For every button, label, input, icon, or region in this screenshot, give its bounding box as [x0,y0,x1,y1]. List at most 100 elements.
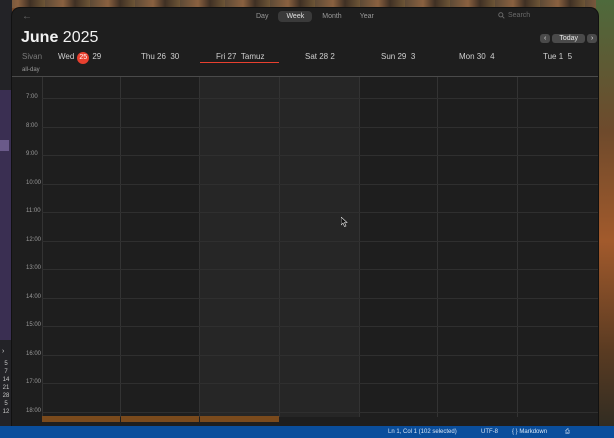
view-month-button[interactable]: Month [314,11,349,22]
day-header-sat[interactable]: Sat 28 2 [305,52,335,64]
search-placeholder: Search [508,12,531,19]
day-name: Fri 27 [216,52,237,61]
day-alt: 2 [330,52,335,61]
search-field[interactable]: Search [498,12,530,19]
day-divider [437,77,438,417]
mini-number: 5 [4,361,8,367]
hour-line [42,269,598,270]
hour-line [42,412,598,413]
braces-icon: { } [512,429,518,435]
title-month: June [21,29,59,46]
all-day-label: all-day [22,67,40,73]
time-label: 17:00 [26,379,42,385]
week-grid[interactable] [42,77,598,417]
editor-panel [0,90,12,340]
time-label: 12:00 [26,237,42,243]
previous-week-button[interactable]: ‹ [540,34,551,43]
view-switcher: Day Week Month Year [248,11,382,22]
hour-line [42,326,598,327]
time-label: 7:00 [26,94,38,100]
mini-number: 21 [2,385,10,391]
hour-line [42,127,598,128]
wallpaper-top [0,0,614,8]
view-day-button[interactable]: Day [248,11,276,22]
language-mode[interactable]: { } Markdown [512,429,547,435]
day-alt: 29 [92,52,102,61]
hour-line [42,355,598,356]
current-day-indicator [200,62,279,63]
day-divider [42,77,43,417]
today-badge: 25 [77,52,90,64]
day-divider [279,77,280,417]
day-header-mon[interactable]: Mon 30 4 [459,52,495,64]
next-week-button[interactable]: › [587,34,598,43]
calendar-window: ← Day Week Month Year Search June 2025 ‹… [12,8,598,426]
time-label: 8:00 [26,123,38,129]
status-bar: Ln 1, Col 1 (102 selected) UTF-8 { } Mar… [0,426,614,438]
date-navigation: ‹ Today › [540,34,598,43]
hebrew-month-label: Sivan [22,52,43,61]
day-alt: 5 [567,52,573,61]
day-alt: 30 [170,52,180,61]
view-week-button[interactable]: Week [278,11,313,22]
hour-line [42,298,598,299]
editor-highlight [0,140,9,151]
day-alt: 4 [490,52,495,61]
time-label: 10:00 [26,180,42,186]
encoding-indicator[interactable]: UTF-8 [481,429,498,435]
chevron-right-icon[interactable]: › [2,348,4,355]
time-label: 18:00 [26,408,42,414]
hour-line [42,383,598,384]
day-header-thu[interactable]: Thu 26 30 [141,52,179,64]
day-name: Wed [58,52,75,61]
mouse-cursor-icon [341,217,348,227]
day-divider [517,77,518,417]
event-block[interactable] [121,416,199,422]
view-year-button[interactable]: Year [352,11,382,22]
day-divider [199,77,200,417]
day-header-row: Sivan Wed 25 29 Thu 26 30 Fri 27 Tamuz Sat… [12,52,598,64]
event-block[interactable] [200,416,279,422]
day-header-sun[interactable]: Sun 29 3 [381,52,415,64]
cursor-position[interactable]: Ln 1, Col 1 (102 selected) [388,429,457,435]
mini-calendar-numbers: 5 7 14 21 28 5 12 [0,360,12,416]
day-divider [359,77,360,417]
today-button[interactable]: Today [552,34,586,43]
notification-icon[interactable]: ⎙ [565,429,570,436]
time-label: 11:00 [26,208,41,214]
mini-number: 12 [2,409,10,415]
day-header-tue[interactable]: Tue 1 5 [543,52,572,64]
time-label: 14:00 [26,294,42,300]
day-name: Tue 1 [543,52,564,61]
mini-number: 7 [4,369,8,375]
hour-line [42,155,598,156]
language-label: Markdown [519,429,548,435]
time-label: 16:00 [26,351,42,357]
page-title: June 2025 [21,29,98,47]
day-name: Sat 28 [305,52,329,61]
hour-line [42,98,598,99]
hour-line [42,241,598,242]
toolbar: ← Day Week Month Year Search [12,8,598,28]
day-name: Sun 29 [381,52,407,61]
mini-number: 5 [4,401,8,407]
event-block[interactable] [42,416,120,422]
day-name: Thu 26 [141,52,166,61]
search-icon [498,12,505,19]
title-year: 2025 [62,29,99,46]
wallpaper-right [596,0,614,438]
background-editor-sliver: › 5 7 14 21 28 5 12 [0,0,12,438]
day-name: Mon 30 [459,52,486,61]
day-alt: Tamuz [240,52,265,61]
time-label: 13:00 [26,265,42,271]
time-label: 9:00 [26,151,38,157]
back-arrow-icon[interactable]: ← [22,11,32,22]
hour-line [42,212,598,213]
time-label: 15:00 [26,322,42,328]
all-day-row[interactable]: all-day [12,65,598,77]
day-divider [120,77,121,417]
day-header-wed[interactable]: Wed 25 29 [58,52,101,64]
mini-number: 14 [2,377,10,383]
mini-number: 28 [2,393,10,399]
day-alt: 3 [410,52,416,61]
